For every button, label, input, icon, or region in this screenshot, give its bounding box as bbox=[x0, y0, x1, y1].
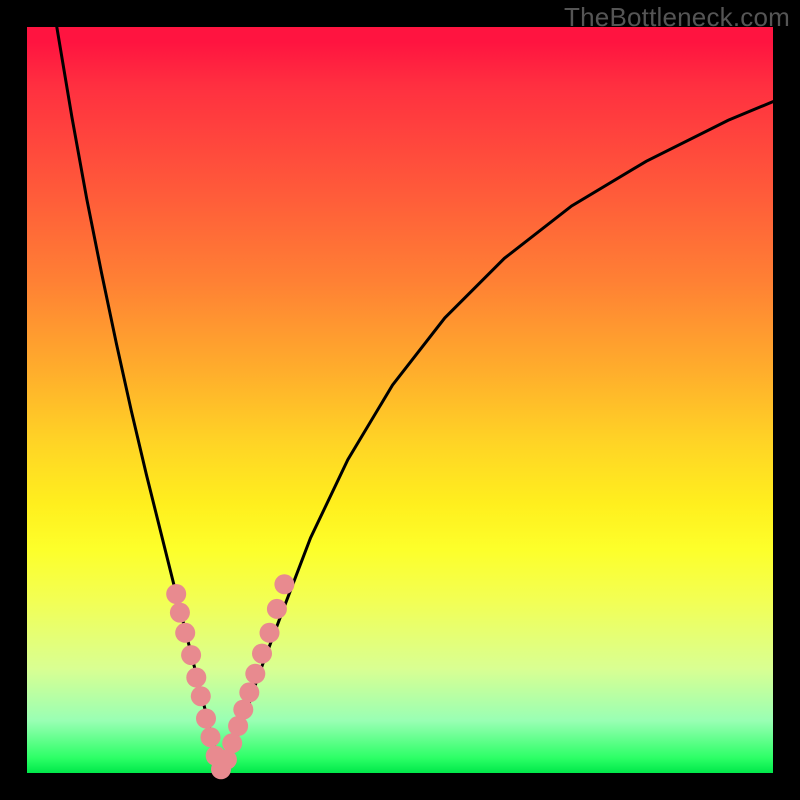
data-marker bbox=[191, 686, 211, 706]
curve-layer bbox=[57, 27, 773, 773]
data-marker bbox=[239, 682, 259, 702]
data-marker bbox=[181, 645, 201, 665]
data-marker bbox=[252, 644, 272, 664]
data-marker bbox=[260, 623, 280, 643]
data-marker bbox=[201, 727, 221, 747]
data-marker bbox=[222, 733, 242, 753]
chart-frame: TheBottleneck.com bbox=[0, 0, 800, 800]
chart-svg bbox=[27, 27, 773, 773]
marker-layer bbox=[166, 574, 294, 779]
data-marker bbox=[245, 664, 265, 684]
data-marker bbox=[196, 709, 216, 729]
data-marker bbox=[166, 584, 186, 604]
data-marker bbox=[274, 574, 294, 594]
data-marker bbox=[175, 623, 195, 643]
data-marker bbox=[267, 599, 287, 619]
watermark-text: TheBottleneck.com bbox=[564, 2, 790, 33]
curve-right-branch bbox=[221, 102, 773, 773]
plot-area bbox=[27, 27, 773, 773]
data-marker bbox=[170, 603, 190, 623]
data-marker bbox=[233, 700, 253, 720]
data-marker bbox=[186, 668, 206, 688]
